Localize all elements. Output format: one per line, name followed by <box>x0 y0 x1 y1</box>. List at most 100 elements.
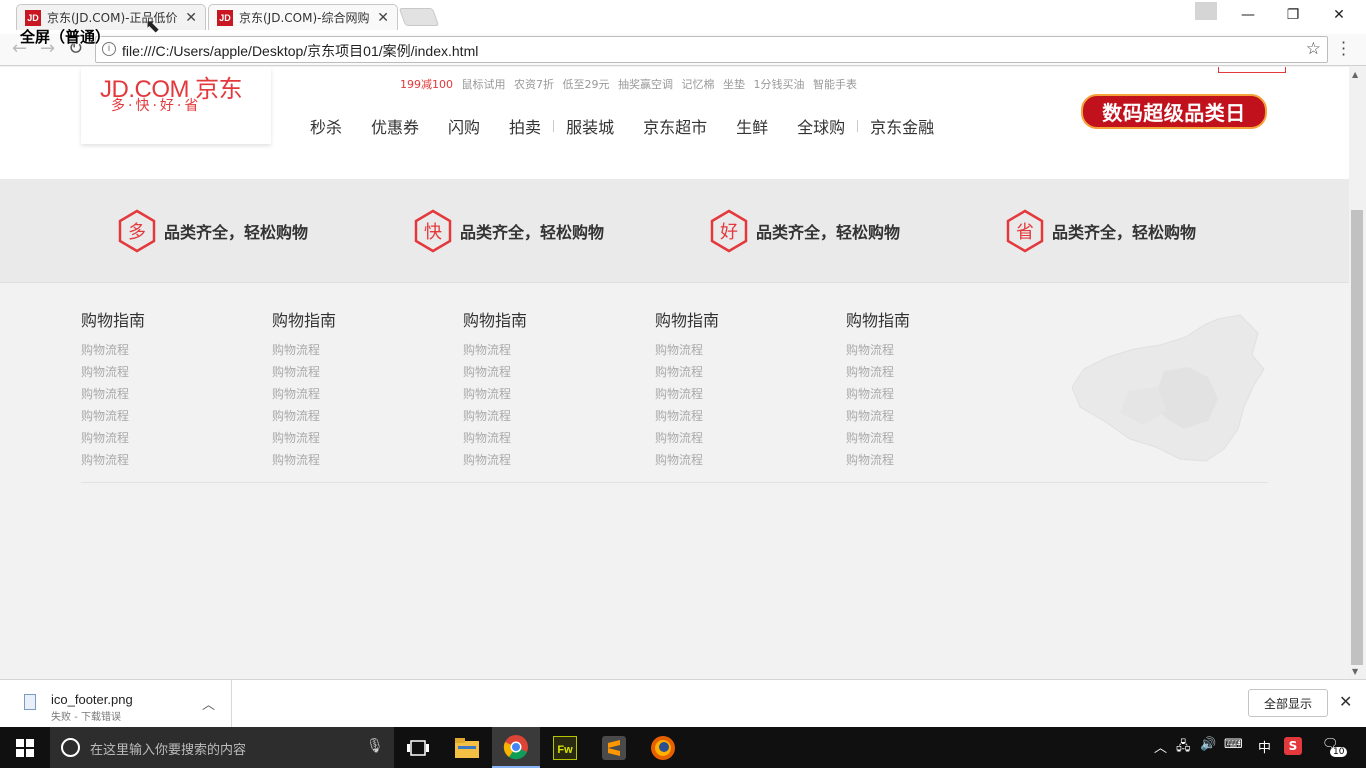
sublime-text-icon[interactable] <box>590 727 638 768</box>
guide-link[interactable]: 购物流程 <box>463 427 613 449</box>
guide-link[interactable]: 购物流程 <box>846 339 996 361</box>
guide-link[interactable]: 购物流程 <box>81 361 231 383</box>
nav-item[interactable]: 闪购 <box>448 114 480 138</box>
microphone-icon[interactable]: 🎙 <box>366 738 384 754</box>
network-icon[interactable]: 🖧 <box>1176 737 1191 759</box>
jd-logo[interactable]: JD.COM 京东 多·快·好·省 <box>81 67 271 144</box>
tab-2[interactable]: JD 京东(JD.COM)-综合网购 ✕ <box>208 4 398 30</box>
guide-link[interactable]: 购物流程 <box>272 339 422 361</box>
guide-link[interactable]: 购物流程 <box>846 361 996 383</box>
file-explorer-icon[interactable] <box>443 727 491 768</box>
guide-link[interactable]: 购物流程 <box>463 361 613 383</box>
chevron-up-icon[interactable]: ︿ <box>202 694 215 713</box>
hot-word[interactable]: 鼠标试用 <box>462 78 506 91</box>
hot-word[interactable]: 坐垫 <box>723 78 745 91</box>
address-bar[interactable]: i file:///C:/Users/apple/Desktop/京东项目01/… <box>95 36 1328 63</box>
guide-link[interactable]: 购物流程 <box>81 427 231 449</box>
nav-item[interactable]: 优惠券 <box>371 114 419 138</box>
scroll-up-icon[interactable]: ▲ <box>1352 70 1358 79</box>
hexagon-badge-icon: 省 <box>1006 209 1044 253</box>
guide-link[interactable]: 购物流程 <box>655 449 805 471</box>
guide-link[interactable]: 购物流程 <box>655 339 805 361</box>
new-tab-button[interactable] <box>398 8 440 26</box>
guide-link[interactable]: 购物流程 <box>81 449 231 471</box>
hot-word[interactable]: 199减100 <box>400 78 453 91</box>
nav-item[interactable]: 服装城 <box>566 114 614 138</box>
nav-item[interactable]: 生鲜 <box>736 114 768 138</box>
sogou-ime-icon[interactable]: S <box>1284 737 1302 755</box>
feature-text: 品类齐全，轻松购物 <box>1052 223 1197 242</box>
close-tab-icon[interactable]: ✕ <box>185 10 197 26</box>
guide-link[interactable]: 购物流程 <box>846 405 996 427</box>
nav-item[interactable]: 京东金融 <box>870 114 934 138</box>
download-item[interactable]: ico_footer.png 失败 - 下载错误 ︿ <box>0 680 232 728</box>
hot-word[interactable]: 低至29元 <box>563 78 610 91</box>
ime-indicator[interactable]: 中 <box>1258 737 1271 756</box>
nav-item[interactable]: 秒杀 <box>310 114 342 138</box>
guide-link[interactable]: 购物流程 <box>846 427 996 449</box>
fireworks-icon[interactable]: Fw <box>541 727 589 768</box>
chrome-icon[interactable] <box>492 727 540 768</box>
guide-link[interactable]: 购物流程 <box>463 339 613 361</box>
guide-link[interactable]: 购物流程 <box>272 427 422 449</box>
keyboard-icon[interactable]: ⌨ <box>1224 737 1243 752</box>
tab-title: 京东(JD.COM)-综合网购 <box>239 11 369 25</box>
minimize-icon[interactable]: — <box>1228 4 1268 26</box>
nav-item[interactable]: 拍卖 <box>509 114 541 138</box>
taskbar-search[interactable]: 在这里输入你要搜索的内容 🎙 <box>50 727 394 768</box>
jd-favicon-icon: JD <box>25 9 41 26</box>
close-window-icon[interactable]: ✕ <box>1319 4 1359 26</box>
main-nav: 秒杀 优惠券 闪购 拍卖 服装城 京东超市 生鲜 全球购 京东金融 <box>310 114 963 138</box>
hot-word[interactable]: 记忆棉 <box>682 78 715 91</box>
guide-link[interactable]: 购物流程 <box>272 383 422 405</box>
feature-item: 好 品类齐全，轻松购物 <box>710 209 900 253</box>
download-shelf: ico_footer.png 失败 - 下载错误 ︿ 全部显示 ✕ <box>0 679 1366 728</box>
guide-link[interactable]: 购物流程 <box>81 339 231 361</box>
guide-link[interactable]: 购物流程 <box>655 405 805 427</box>
nav-item[interactable]: 京东超市 <box>643 114 707 138</box>
guide-link[interactable]: 购物流程 <box>81 405 231 427</box>
guide-link[interactable]: 购物流程 <box>655 361 805 383</box>
guide-column: 购物指南 购物流程 购物流程 购物流程 购物流程 购物流程 购物流程 <box>463 307 613 471</box>
profile-icon[interactable] <box>1195 2 1217 20</box>
guide-link[interactable]: 购物流程 <box>463 449 613 471</box>
close-tab-icon[interactable]: ✕ <box>377 10 389 26</box>
guide-link[interactable]: 购物流程 <box>846 383 996 405</box>
hot-word[interactable]: 抽奖赢空调 <box>618 78 673 91</box>
close-icon[interactable]: ✕ <box>1339 692 1352 711</box>
guide-link[interactable]: 购物流程 <box>655 383 805 405</box>
scroll-down-icon[interactable]: ▼ <box>1352 667 1358 676</box>
browser-menu-icon[interactable]: · · · <box>1341 35 1346 63</box>
file-icon <box>24 694 36 710</box>
hot-word[interactable]: 1分钱买油 <box>754 78 805 91</box>
url-text[interactable]: file:///C:/Users/apple/Desktop/京东项目01/案例… <box>122 41 478 61</box>
hot-word[interactable]: 农资7折 <box>514 78 554 91</box>
guide-link[interactable]: 购物流程 <box>272 361 422 383</box>
show-all-button[interactable]: 全部显示 <box>1248 689 1328 717</box>
hexagon-badge-icon: 好 <box>710 209 748 253</box>
scrollbar-thumb[interactable] <box>1351 210 1363 665</box>
guide-link[interactable]: 购物流程 <box>272 449 422 471</box>
guide-link[interactable]: 购物流程 <box>272 405 422 427</box>
restore-icon[interactable]: ❐ <box>1273 4 1313 26</box>
tray-expand-icon[interactable]: ︿ <box>1154 737 1167 756</box>
guide-link[interactable]: 购物流程 <box>463 405 613 427</box>
task-view-icon[interactable] <box>394 727 442 768</box>
nav-item[interactable]: 全球购 <box>797 114 845 138</box>
guide-column: 购物指南 购物流程 购物流程 购物流程 购物流程 购物流程 购物流程 <box>81 307 231 471</box>
nav-divider <box>553 120 555 132</box>
guide-link[interactable]: 购物流程 <box>655 427 805 449</box>
volume-icon[interactable]: 🔊 <box>1200 737 1216 752</box>
guide-link[interactable]: 购物流程 <box>846 449 996 471</box>
bookmark-star-icon[interactable]: ☆ <box>1306 39 1321 59</box>
hexagon-badge-icon: 快 <box>414 209 452 253</box>
guide-link[interactable]: 购物流程 <box>463 383 613 405</box>
start-button[interactable] <box>0 727 50 768</box>
guide-link[interactable]: 购物流程 <box>81 383 231 405</box>
guide-title: 购物指南 <box>655 311 720 330</box>
promo-banner[interactable]: 数码超级品类日 <box>1081 94 1267 129</box>
hot-word[interactable]: 智能手表 <box>813 78 857 91</box>
feature-glyph: 多 <box>128 222 146 243</box>
firefox-icon[interactable] <box>639 727 687 768</box>
fullscreen-tooltip: 全屏（普通） <box>20 28 111 46</box>
